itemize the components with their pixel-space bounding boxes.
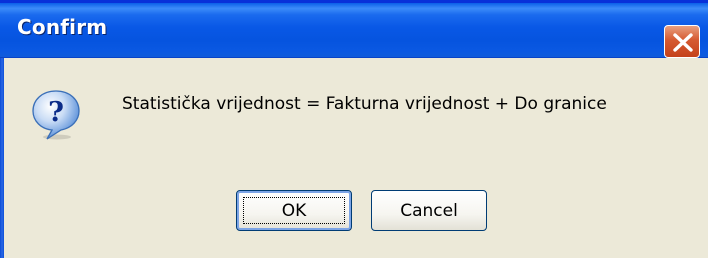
question-icon: ?	[30, 89, 82, 141]
cancel-button-label: Cancel	[400, 200, 458, 221]
title-bar[interactable]: Confirm	[0, 0, 708, 58]
close-button[interactable]	[664, 25, 700, 58]
close-icon	[673, 33, 693, 52]
cancel-button[interactable]: Cancel	[371, 190, 487, 231]
dialog-message: Statistička vrijednost = Fakturna vrijed…	[122, 94, 607, 114]
svg-text:?: ?	[48, 97, 64, 128]
window-left-border	[0, 58, 4, 258]
confirm-dialog: Confirm ? Statistička vrijednost = Faktu…	[0, 0, 708, 258]
ok-button[interactable]: OK	[236, 190, 352, 231]
dialog-title: Confirm	[17, 15, 108, 39]
focus-ring	[243, 197, 345, 224]
